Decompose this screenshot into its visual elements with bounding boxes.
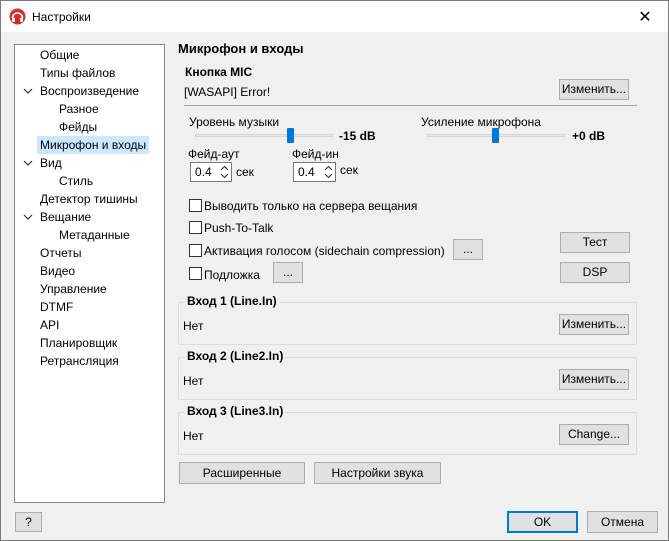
fade-out-spinner[interactable]: 0.4 xyxy=(190,162,232,182)
background-settings-button[interactable]: ... xyxy=(273,262,303,283)
advanced-button[interactable]: Расширенные xyxy=(179,462,305,484)
tree-item-mic-inputs[interactable]: Микрофон и входы xyxy=(37,136,150,154)
chevron-down-icon[interactable] xyxy=(23,212,33,222)
input1-group: Вход 1 (Line.In) Нет Изменить... xyxy=(178,294,637,345)
close-icon: ✕ xyxy=(638,8,652,26)
test-button[interactable]: Тест xyxy=(560,232,630,253)
tree-item-fades[interactable]: Фейды xyxy=(59,118,97,136)
mic-group: Кнопка MIC xyxy=(178,65,637,291)
tree-item-file-types[interactable]: Типы файлов xyxy=(40,64,115,82)
background-label: Подложка xyxy=(204,268,260,282)
background-checkbox[interactable] xyxy=(189,267,202,280)
spinner-arrows-icon[interactable] xyxy=(323,164,334,180)
push-to-talk-label: Push-To-Talk xyxy=(204,221,274,235)
dsp-button[interactable]: DSP xyxy=(560,262,630,283)
voice-activation-checkbox[interactable] xyxy=(189,244,202,257)
broadcast-only-label: Выводить только на сервера вещания xyxy=(204,199,418,213)
push-to-talk-checkbox[interactable] xyxy=(189,221,202,234)
tree-item-api[interactable]: API xyxy=(40,316,59,334)
tree-item-metadata[interactable]: Метаданные xyxy=(59,226,130,244)
music-level-slider[interactable] xyxy=(195,134,333,137)
fade-in-label: Фейд-ин xyxy=(292,147,339,161)
fade-out-label: Фейд-аут xyxy=(188,147,240,161)
input1-label: Вход 1 (Line.In) xyxy=(185,294,279,308)
tree-item-misc[interactable]: Разное xyxy=(59,100,99,118)
sound-settings-button[interactable]: Настройки звука xyxy=(314,462,441,484)
title-bar[interactable]: Настройки ✕ xyxy=(1,1,668,32)
tree-item-broadcast[interactable]: Вещание xyxy=(40,208,91,226)
fade-out-value: 0.4 xyxy=(195,165,212,179)
spinner-arrows-icon[interactable] xyxy=(219,164,230,180)
fade-in-spinner[interactable]: 0.4 xyxy=(293,162,336,182)
tree-item-general[interactable]: Общие xyxy=(40,46,79,64)
mic-gain-value: +0 dB xyxy=(572,129,606,143)
settings-window: Настройки ✕ Общие Типы файлов Воспроизве… xyxy=(0,0,669,541)
voice-activation-label: Активация голосом (sidechain compression… xyxy=(204,244,445,258)
settings-tree[interactable]: Общие Типы файлов Воспроизведение Разное… xyxy=(14,44,165,503)
input3-change-button[interactable]: Change... xyxy=(559,424,629,445)
headphones-app-icon xyxy=(9,8,26,25)
chevron-down-icon[interactable] xyxy=(23,86,33,96)
page-title: Микрофон и входы xyxy=(178,41,304,56)
broadcast-only-checkbox[interactable] xyxy=(189,199,202,212)
fade-in-unit: сек xyxy=(340,163,358,177)
input1-value: Нет xyxy=(183,319,204,333)
tree-item-playback[interactable]: Воспроизведение xyxy=(40,82,139,100)
tree-item-silence-detector[interactable]: Детектор тишины xyxy=(40,190,138,208)
input1-change-button[interactable]: Изменить... xyxy=(559,314,629,335)
input2-group: Вход 2 (Line2.In) Нет Изменить... xyxy=(178,349,637,400)
tree-item-dtmf[interactable]: DTMF xyxy=(40,298,73,316)
tree-item-style[interactable]: Стиль xyxy=(59,172,93,190)
input2-change-button[interactable]: Изменить... xyxy=(559,369,629,390)
divider xyxy=(184,105,637,106)
window-title: Настройки xyxy=(32,10,91,24)
input2-value: Нет xyxy=(183,374,204,388)
input3-value: Нет xyxy=(183,429,204,443)
music-level-thumb[interactable] xyxy=(287,128,294,143)
ok-button[interactable]: OK xyxy=(507,511,578,533)
music-level-value: -15 dB xyxy=(339,129,376,143)
fade-in-value: 0.4 xyxy=(298,165,315,179)
help-button[interactable]: ? xyxy=(15,512,42,532)
music-level-label: Уровень музыки xyxy=(189,115,280,129)
mic-group-label: Кнопка MIC xyxy=(185,65,253,79)
input3-group: Вход 3 (Line3.In) Нет Change... xyxy=(178,404,637,455)
tree-item-control[interactable]: Управление xyxy=(40,280,107,298)
cancel-button[interactable]: Отмена xyxy=(587,511,658,533)
mic-gain-label: Усиление микрофона xyxy=(421,115,541,129)
close-button[interactable]: ✕ xyxy=(622,1,668,32)
mic-status: [WASAPI] Error! xyxy=(184,85,271,99)
tree-item-relay[interactable]: Ретрансляция xyxy=(40,352,119,370)
tree-item-video[interactable]: Видео xyxy=(40,262,75,280)
mic-change-button[interactable]: Изменить... xyxy=(559,79,629,100)
tree-item-scheduler[interactable]: Планировщик xyxy=(40,334,117,352)
fade-out-unit: сек xyxy=(236,165,254,179)
chevron-down-icon[interactable] xyxy=(23,158,33,168)
tree-item-view[interactable]: Вид xyxy=(40,154,62,172)
tree-item-reports[interactable]: Отчеты xyxy=(40,244,81,262)
input2-label: Вход 2 (Line2.In) xyxy=(185,349,286,363)
input3-label: Вход 3 (Line3.In) xyxy=(185,404,286,418)
mic-gain-thumb[interactable] xyxy=(492,128,499,143)
voice-activation-settings-button[interactable]: ... xyxy=(453,239,483,260)
